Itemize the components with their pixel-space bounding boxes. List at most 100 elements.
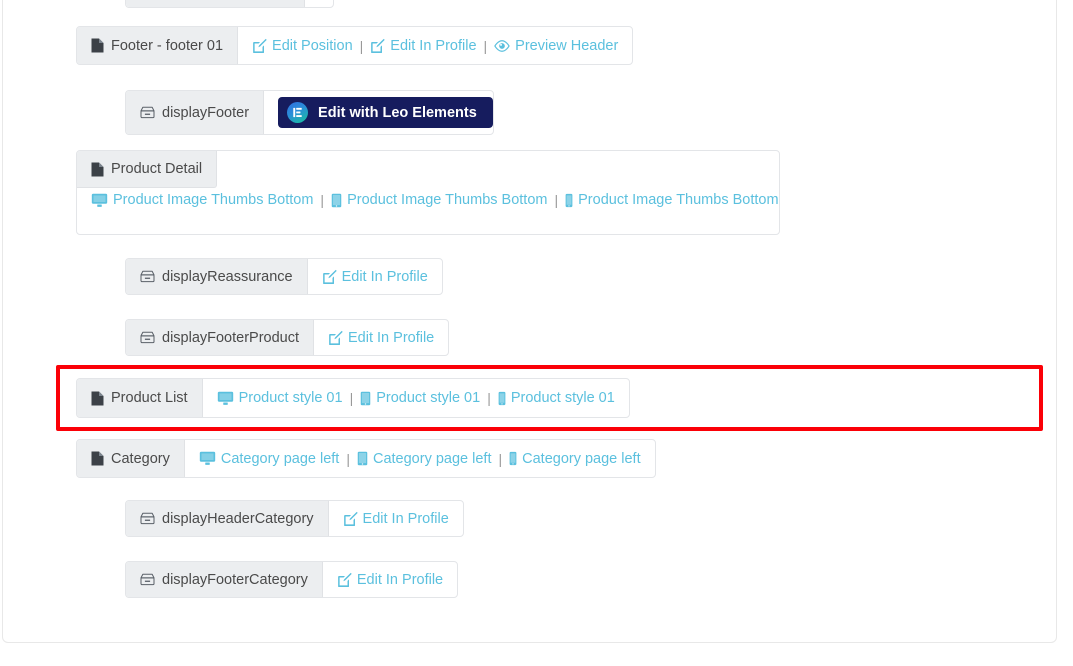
position-label-text: Product List	[111, 390, 188, 406]
position-row-displayFooter[interactable]: displayFooter Edit with Leo Elements	[125, 90, 494, 135]
leo-button-label: Edit with Leo Elements	[318, 104, 477, 121]
position-row-footer-footer-01[interactable]: Footer - footer 01 Edit Position | Edit …	[76, 26, 634, 65]
hook-label-text: displayFooter	[162, 104, 250, 121]
eye-icon	[494, 39, 510, 53]
row-body-displayHeaderCategory: Edit In Profile	[329, 501, 463, 536]
link-product-style-01-tablet[interactable]: Product style 01	[360, 390, 480, 406]
file-icon	[91, 391, 104, 406]
link-text: Category page left	[372, 450, 492, 467]
row-body-displayFooterProduct: Edit In Profile	[314, 320, 448, 355]
edit-pencil-icon	[370, 38, 385, 53]
position-row-product-detail[interactable]: Product Detail Product Image Thumbs Bott…	[76, 150, 780, 235]
link-product-image-thumbs-bottom-desktop[interactable]: Product Image Thumbs Bottom	[91, 192, 313, 208]
link-edit-in-profile[interactable]: Edit In Profile	[343, 511, 449, 527]
mobile-icon	[498, 391, 506, 406]
hook-label	[126, 0, 305, 7]
position-row-displayFooterCategory[interactable]: displayFooterCategory Edit In Profile	[125, 561, 459, 598]
link-edit-in-profile[interactable]: Edit In Profile	[337, 572, 443, 588]
hook-label-text: displayFooterProduct	[162, 329, 300, 346]
link-edit-in-profile[interactable]: Edit In Profile	[370, 37, 477, 54]
position-label-footer-footer-01: Footer - footer 01	[77, 27, 239, 64]
file-icon	[91, 451, 104, 466]
position-label-category: Category	[77, 440, 185, 477]
desktop-icon	[91, 193, 108, 208]
desktop-icon	[199, 451, 216, 466]
row-body-displayReassurance: Edit In Profile	[308, 259, 442, 294]
link-text: Product style 01	[376, 390, 481, 406]
hook-icon	[140, 573, 155, 586]
position-row-cutoff[interactable]	[125, 0, 334, 8]
hook-label-displayFooterCategory: displayFooterCategory	[126, 562, 323, 597]
hook-icon	[140, 106, 155, 119]
edit-pencil-icon	[337, 572, 352, 587]
tablet-icon	[357, 451, 368, 466]
position-row-displayHeaderCategory[interactable]: displayHeaderCategory Edit In Profile	[125, 500, 464, 537]
hook-icon	[140, 270, 155, 283]
file-icon	[91, 38, 104, 53]
link-text: Product Image Thumbs Bottom	[113, 192, 314, 208]
row-body-category: Category page left | Category page left …	[185, 440, 655, 477]
position-row-product-list[interactable]: Product List Product style 01 | Product …	[76, 378, 630, 418]
link-text: Product style 01	[510, 390, 615, 406]
position-label-product-detail: Product Detail	[77, 151, 218, 188]
row-body-product-list: Product style 01 | Product style 01 | Pr…	[203, 379, 629, 417]
position-label-text: Category	[111, 450, 170, 467]
row-body-displayFooter: Edit with Leo Elements	[264, 91, 493, 134]
link-text: Category page left	[522, 450, 641, 467]
row-body-displayFooterCategory: Edit In Profile	[323, 562, 457, 597]
link-preview-header[interactable]: Preview Header	[494, 38, 618, 54]
hook-label-displayHeaderCategory: displayHeaderCategory	[126, 501, 329, 536]
position-row-displayFooterProduct[interactable]: displayFooterProduct Edit In Profile	[125, 319, 450, 356]
position-label-text: Footer - footer 01	[111, 37, 224, 54]
position-row-displayReassurance[interactable]: displayReassurance Edit In Profile	[125, 258, 443, 295]
link-category-page-left-tablet[interactable]: Category page left	[357, 450, 492, 467]
link-text: Product style 01	[238, 390, 343, 406]
link-separator: |	[346, 450, 350, 467]
link-edit-in-profile[interactable]: Edit In Profile	[322, 269, 428, 285]
link-product-image-thumbs-bottom-mobile[interactable]: Product Image Thumbs Bottom	[565, 192, 779, 208]
link-separator: |	[554, 192, 559, 208]
hook-label-text: displayHeaderCategory	[162, 510, 314, 527]
link-text: Edit In Profile	[362, 510, 449, 527]
link-product-style-01-desktop[interactable]: Product style 01	[217, 390, 343, 406]
link-category-page-left-mobile[interactable]: Category page left	[509, 451, 641, 467]
link-text: Category page left	[220, 450, 340, 467]
position-row-category[interactable]: Category Category page left | Category p…	[76, 439, 656, 478]
link-text: Edit Position	[272, 37, 353, 54]
link-text: Product Image Thumbs Bottom	[578, 192, 779, 208]
link-separator: |	[359, 37, 364, 54]
link-separator: |	[487, 390, 491, 406]
leo-elements-logo-icon	[287, 102, 309, 123]
hook-label-text: displayFooterCategory	[162, 571, 308, 588]
edit-pencil-icon	[328, 330, 343, 345]
tablet-icon	[331, 193, 342, 208]
edit-pencil-icon	[322, 269, 337, 284]
hook-label-displayReassurance: displayReassurance	[126, 259, 308, 294]
link-text: Edit In Profile	[341, 268, 428, 285]
edit-with-leo-elements-button[interactable]: Edit with Leo Elements	[278, 97, 493, 128]
row-body	[305, 0, 333, 7]
hook-label-displayFooterProduct: displayFooterProduct	[126, 320, 315, 355]
link-edit-in-profile[interactable]: Edit In Profile	[328, 330, 434, 346]
edit-pencil-icon	[252, 38, 267, 53]
link-product-image-thumbs-bottom-tablet[interactable]: Product Image Thumbs Bottom	[331, 192, 547, 208]
link-text: Edit In Profile	[348, 329, 435, 346]
edit-pencil-icon	[343, 511, 358, 526]
row-body-product-detail: Product Image Thumbs Bottom | Product Im…	[77, 188, 779, 208]
mobile-icon	[509, 451, 517, 466]
desktop-icon	[217, 391, 234, 406]
hook-icon	[140, 331, 155, 344]
hook-icon	[140, 512, 155, 525]
hook-label-displayFooter: displayFooter	[126, 91, 265, 134]
link-text: Preview Header	[515, 37, 619, 54]
link-edit-position[interactable]: Edit Position	[252, 38, 353, 54]
hook-label-text: displayReassurance	[162, 268, 293, 285]
mobile-icon	[565, 193, 573, 208]
row-body-footer-footer-01: Edit Position | Edit In Profile | Previe…	[238, 27, 632, 64]
link-product-style-01-mobile[interactable]: Product style 01	[498, 390, 615, 406]
link-category-page-left-desktop[interactable]: Category page left	[199, 450, 340, 467]
link-separator: |	[349, 390, 354, 406]
position-label-product-list: Product List	[77, 379, 203, 417]
link-separator: |	[498, 450, 503, 467]
link-text: Edit In Profile	[390, 37, 477, 54]
